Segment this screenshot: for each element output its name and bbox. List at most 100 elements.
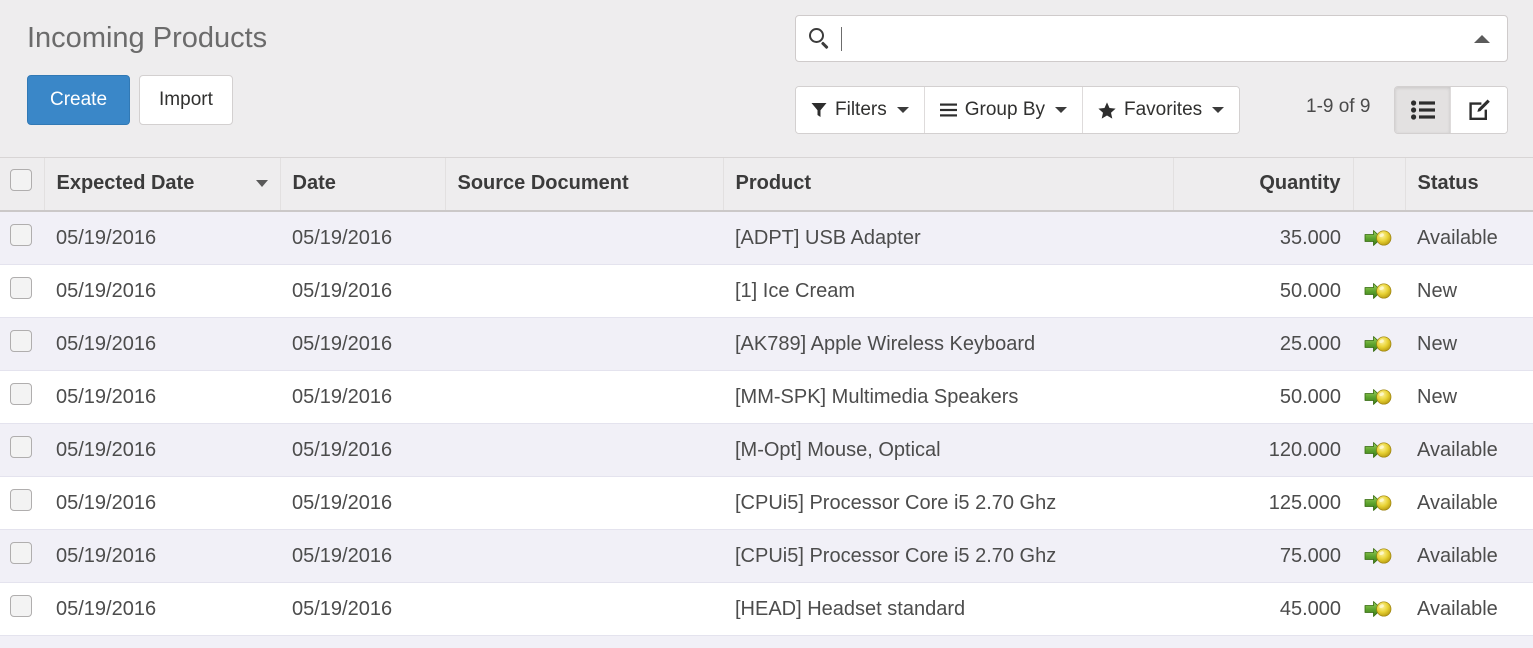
row-select-cell[interactable] (0, 317, 44, 371)
cell-availability-icon (1353, 476, 1405, 530)
row-checkbox[interactable] (10, 224, 32, 246)
table-row[interactable]: 05/19/2016 05/19/2016 [ADPT] USB Adapter 35… (0, 211, 1533, 265)
cell-status: New (1405, 264, 1533, 318)
row-checkbox[interactable] (10, 595, 32, 617)
column-header-expected-date[interactable]: Expected Date (44, 158, 281, 212)
table-row[interactable]: 05/19/2016 05/19/2016 [CPUi5] Processor Co… (0, 529, 1533, 583)
chevron-down-icon (1055, 107, 1067, 113)
cell-quantity: 120.000 (1173, 423, 1353, 477)
cell-availability-icon (1353, 635, 1405, 648)
cell-product: [HEAD] Headset standard (723, 582, 1173, 636)
cell-quantity: 50.000 (1173, 370, 1353, 424)
view-switcher (1394, 86, 1508, 134)
favorites-button[interactable]: Favorites (1083, 87, 1240, 133)
cell-quantity: 45.000 (1173, 582, 1353, 636)
column-label: Expected Date (56, 171, 195, 194)
row-checkbox[interactable] (10, 542, 32, 564)
cell-status: Available (1405, 476, 1533, 530)
column-header-product[interactable]: Product (723, 158, 1174, 212)
table-header: Expected Date Date Source Document Produ… (0, 158, 1533, 212)
row-select-cell[interactable] (0, 476, 44, 530)
cell-expected-date: 05/19/2016 (44, 264, 280, 318)
cell-expected-date: 05/19/2016 (44, 423, 280, 477)
bars-icon (939, 103, 957, 117)
cell-date: 05/19/2016 (280, 370, 445, 424)
row-select-cell[interactable] (0, 370, 44, 424)
list-view-button[interactable] (1395, 87, 1451, 133)
search-input[interactable] (842, 16, 1471, 61)
filters-button[interactable]: Filters (796, 87, 925, 133)
cell-quantity: 25.000 (1173, 317, 1353, 371)
search-icon (809, 27, 831, 50)
cell-source-document (445, 317, 723, 371)
chevron-down-icon (1212, 107, 1225, 113)
row-checkbox[interactable] (10, 383, 32, 405)
cell-date: 05/19/2016 (280, 264, 445, 318)
cell-source-document (445, 211, 723, 265)
table-row[interactable]: 05/19/201605/19/2016 [ADPT] USB Adapter18… (0, 635, 1533, 648)
cell-source-document (445, 476, 723, 530)
cell-date: 05/19/2016 (280, 211, 445, 265)
form-view-button[interactable] (1451, 87, 1507, 133)
cell-source-document (445, 370, 723, 424)
cell-availability-icon (1353, 370, 1405, 424)
cell-source-document (445, 264, 723, 318)
cell-product: [ADPT] USB Adapter (723, 635, 1173, 648)
column-header-availability-icon (1353, 158, 1406, 212)
column-header-date[interactable]: Date (280, 158, 446, 212)
availability-icon (1364, 495, 1392, 511)
table-row[interactable]: 05/19/2016 05/19/2016 [1] Ice Cream 50.000 N… (0, 264, 1533, 318)
row-checkbox[interactable] (10, 277, 32, 299)
availability-icon (1364, 336, 1392, 352)
import-button[interactable]: Import (139, 75, 233, 125)
row-select-cell[interactable] (0, 264, 44, 318)
table-row[interactable]: 05/19/2016 05/19/2016 [MM-SPK] Multimedia … (0, 370, 1533, 424)
table-body: 05/19/2016 05/19/2016 [ADPT] USB Adapter 35… (0, 211, 1533, 648)
cell-product: [MM-SPK] Multimedia Speakers (723, 370, 1173, 424)
row-select-cell[interactable] (0, 635, 44, 648)
table-row[interactable]: 05/19/2016 05/19/2016 [AK789] Apple Wirele… (0, 317, 1533, 371)
cell-product: [CPUi5] Processor Core i5 2.70 Ghz (723, 529, 1173, 583)
cell-quantity: 75.000 (1173, 529, 1353, 583)
column-header-status[interactable]: Status (1405, 158, 1533, 212)
table-row[interactable]: 05/19/2016 05/19/2016 [HEAD] Headset stand… (0, 582, 1533, 636)
table-row[interactable]: 05/19/2016 05/19/2016 [M-Opt] Mouse, Optic… (0, 423, 1533, 477)
group-by-button[interactable]: Group By (924, 87, 1083, 133)
cell-availability-icon (1353, 317, 1405, 371)
control-panel: Incoming Products Create Import Filters … (0, 0, 1533, 158)
row-select-cell[interactable] (0, 582, 44, 636)
search-dropdown-toggle[interactable] (1471, 28, 1493, 50)
select-all-header[interactable] (0, 158, 45, 212)
cell-date: 05/19/2016 (280, 423, 445, 477)
table-header-row: Expected Date Date Source Document Produ… (0, 158, 1533, 212)
search-options-group: Filters Group By Favorites (795, 86, 1241, 134)
row-select-cell[interactable] (0, 211, 44, 265)
list-view-icon (1410, 100, 1435, 120)
cell-date: 05/19/2016 (280, 635, 445, 648)
incoming-products-table: Expected Date Date Source Document Produ… (0, 158, 1533, 648)
select-all-checkbox[interactable] (10, 169, 32, 191)
caret-up-icon (1474, 34, 1490, 43)
chevron-down-icon (896, 107, 909, 113)
column-header-quantity[interactable]: Quantity (1173, 158, 1354, 212)
cell-quantity: 180.000 (1173, 635, 1353, 648)
cell-date: 05/19/2016 (280, 317, 445, 371)
row-select-cell[interactable] (0, 423, 44, 477)
row-select-cell[interactable] (0, 529, 44, 583)
cell-product: [M-Opt] Mouse, Optical (723, 423, 1173, 477)
row-checkbox[interactable] (10, 436, 32, 458)
row-checkbox[interactable] (10, 330, 32, 352)
column-header-source-document[interactable]: Source Document (445, 158, 724, 212)
cell-expected-date: 05/19/2016 (44, 635, 280, 648)
table-row[interactable]: 05/19/2016 05/19/2016 [CPUi5] Processor Co… (0, 476, 1533, 530)
cell-status: Done (1405, 635, 1533, 648)
incoming-products-page: Incoming Products Create Import Filters … (0, 0, 1533, 648)
cell-date: 05/19/2016 (280, 476, 445, 530)
cell-expected-date: 05/19/2016 (44, 582, 280, 636)
row-checkbox[interactable] (10, 489, 32, 511)
group-by-label: Group By (964, 99, 1045, 120)
cell-quantity: 50.000 (1173, 264, 1353, 318)
search-bar[interactable] (795, 15, 1508, 62)
availability-icon (1364, 389, 1392, 405)
create-button[interactable]: Create (27, 75, 131, 125)
